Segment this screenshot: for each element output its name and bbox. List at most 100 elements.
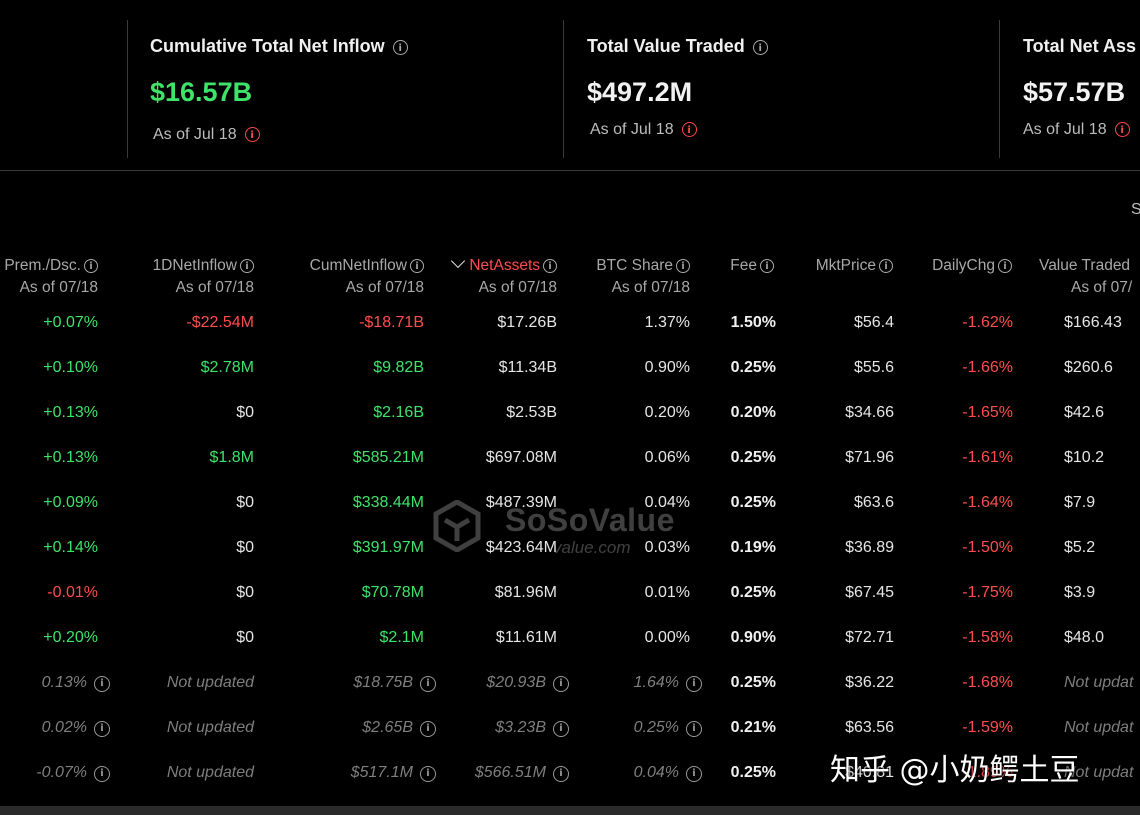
info-icon[interactable]: i [752,40,768,55]
mkt-price-cell: $55.6 [854,359,894,377]
column-header-cum-net-inflow[interactable]: CumNetInflow i As of 07/18 [310,255,424,299]
alert-info-icon[interactable]: i [681,122,697,137]
info-icon[interactable]: i [84,259,98,273]
info-icon[interactable]: i [420,676,436,692]
stat-value: $497.2M [587,77,693,107]
info-icon[interactable]: i [686,721,702,737]
cum-net-inflow-cell: $2.16B [373,404,424,422]
mkt-price-cell: $34.66 [845,404,894,422]
column-name: Prem./Dsc. [4,257,81,274]
info-icon[interactable]: i [553,676,569,692]
horizontal-scrollbar[interactable] [0,806,1140,815]
info-icon[interactable]: i [676,259,690,273]
column-header-daily-chg[interactable]: DailyChg i [932,255,1012,277]
cell-value: 0.00% [644,629,690,646]
btc-share-cell: 0.90% [645,359,690,377]
prem-dsc-cell: -0.07% i [36,764,110,782]
column-header-prem-dsc[interactable]: Prem./Dsc. i As of 07/18 [4,255,98,299]
cell-value: $2.78M [200,359,254,376]
cum-net-inflow-cell: $585.21M [353,449,424,467]
info-icon[interactable]: i [392,40,408,55]
info-icon[interactable]: i [420,721,436,737]
column-header-fee[interactable]: Fee i [730,255,774,277]
fee-cell: 1.50% [731,314,776,332]
cell-value: -$22.54M [186,314,254,331]
btc-share-cell: 1.64% i [634,674,702,692]
column-header-btc-share[interactable]: BTC Share i As of 07/18 [596,255,690,299]
fee-cell: 0.21% [731,719,776,737]
info-icon[interactable]: i [998,259,1012,273]
column-header-value-traded[interactable]: Value Traded As of 07/ [1039,255,1132,299]
daily-chg-cell: -1.62% [962,314,1013,332]
stat-title-text: Cumulative Total Net Inflow [150,36,385,56]
column-header-mkt-price[interactable]: MktPrice i [816,255,893,277]
cell-value: +0.20% [43,629,98,646]
prem-dsc-cell: +0.09% [43,494,98,512]
cell-value: $3.23B [495,719,546,736]
value-traded-cell: $3.9 [1064,584,1095,602]
cell-value: $36.89 [845,539,894,556]
info-icon[interactable]: i [410,259,424,273]
info-icon[interactable]: i [879,259,893,273]
cell-value: $36.22 [845,674,894,691]
info-icon[interactable]: i [94,766,110,782]
fee-cell: 0.20% [731,404,776,422]
cell-value: 1.37% [644,314,690,331]
mkt-price-cell: $36.22 [845,674,894,692]
daily-chg-cell: -1.75% [962,584,1013,602]
daily-chg-cell: -1.58% [962,629,1013,647]
info-icon[interactable]: i [94,721,110,737]
prem-dsc-cell: +0.13% [43,404,98,422]
net-assets-cell: $20.93B i [486,674,569,692]
sort-desc-icon[interactable] [451,253,466,269]
cell-value: $3.9 [1064,584,1096,601]
column-header-net-assets[interactable]: NetAssets i As of 07/18 [451,253,557,299]
daily-chg-cell: -1.66% [962,359,1013,377]
info-icon[interactable]: i [686,766,702,782]
alert-info-icon[interactable]: i [1114,122,1130,137]
btc-share-cell: 0.04% i [634,764,702,782]
cum-net-inflow-cell: $391.97M [353,539,424,557]
value-traded-cell: Not updat [1064,719,1133,737]
info-icon[interactable]: i [240,259,254,273]
value-traded-cell: $10.2 [1064,449,1104,467]
info-icon[interactable]: i [553,766,569,782]
net-assets-cell: $81.96M [495,584,557,602]
btc-share-cell: 0.06% [645,449,690,467]
cell-value: -1.50% [962,539,1013,556]
mkt-price-cell: $63.56 [845,719,894,737]
cum-net-inflow-cell: $9.82B [373,359,424,377]
cell-value: $391.97M [352,539,424,556]
cell-value: $56.4 [853,314,894,331]
cell-value: $166.43 [1064,314,1122,331]
column-header-1d-net-inflow[interactable]: 1DNetInflow i As of 07/18 [153,255,254,299]
alert-info-icon[interactable]: i [244,127,260,142]
cell-value: 0.19% [730,539,776,556]
cell-value: Not updat [1064,719,1134,736]
cell-value: $81.96M [494,584,557,601]
btc-share-cell: 0.01% [645,584,690,602]
cell-value: $0 [236,404,254,421]
prem-dsc-cell: +0.13% [43,449,98,467]
info-icon[interactable]: i [686,676,702,692]
daily-chg-cell: -1.64% [962,494,1013,512]
mkt-price-cell: $72.71 [845,629,894,647]
cell-value: 0.25% [730,674,776,691]
asof-text: As of Jul 18 [1023,121,1107,138]
info-icon[interactable]: i [543,259,557,273]
cell-value: $2.1M [379,629,424,646]
cum-net-inflow-cell: $2.1M [380,629,424,647]
info-icon[interactable]: i [94,676,110,692]
info-icon[interactable]: i [760,259,774,273]
cell-value: $423.64M [485,539,557,556]
net-assets-cell: $3.23B i [495,719,569,737]
cum-net-inflow-cell: $517.1M i [351,764,436,782]
cell-value: $63.6 [853,494,894,511]
cell-value: 0.25% [633,719,679,736]
prem-dsc-cell: 0.02% i [42,719,110,737]
info-icon[interactable]: i [420,766,436,782]
column-name: CumNetInflow [309,257,407,274]
info-icon[interactable]: i [553,721,569,737]
fee-cell: 0.25% [731,449,776,467]
cell-value: $0 [236,539,254,556]
